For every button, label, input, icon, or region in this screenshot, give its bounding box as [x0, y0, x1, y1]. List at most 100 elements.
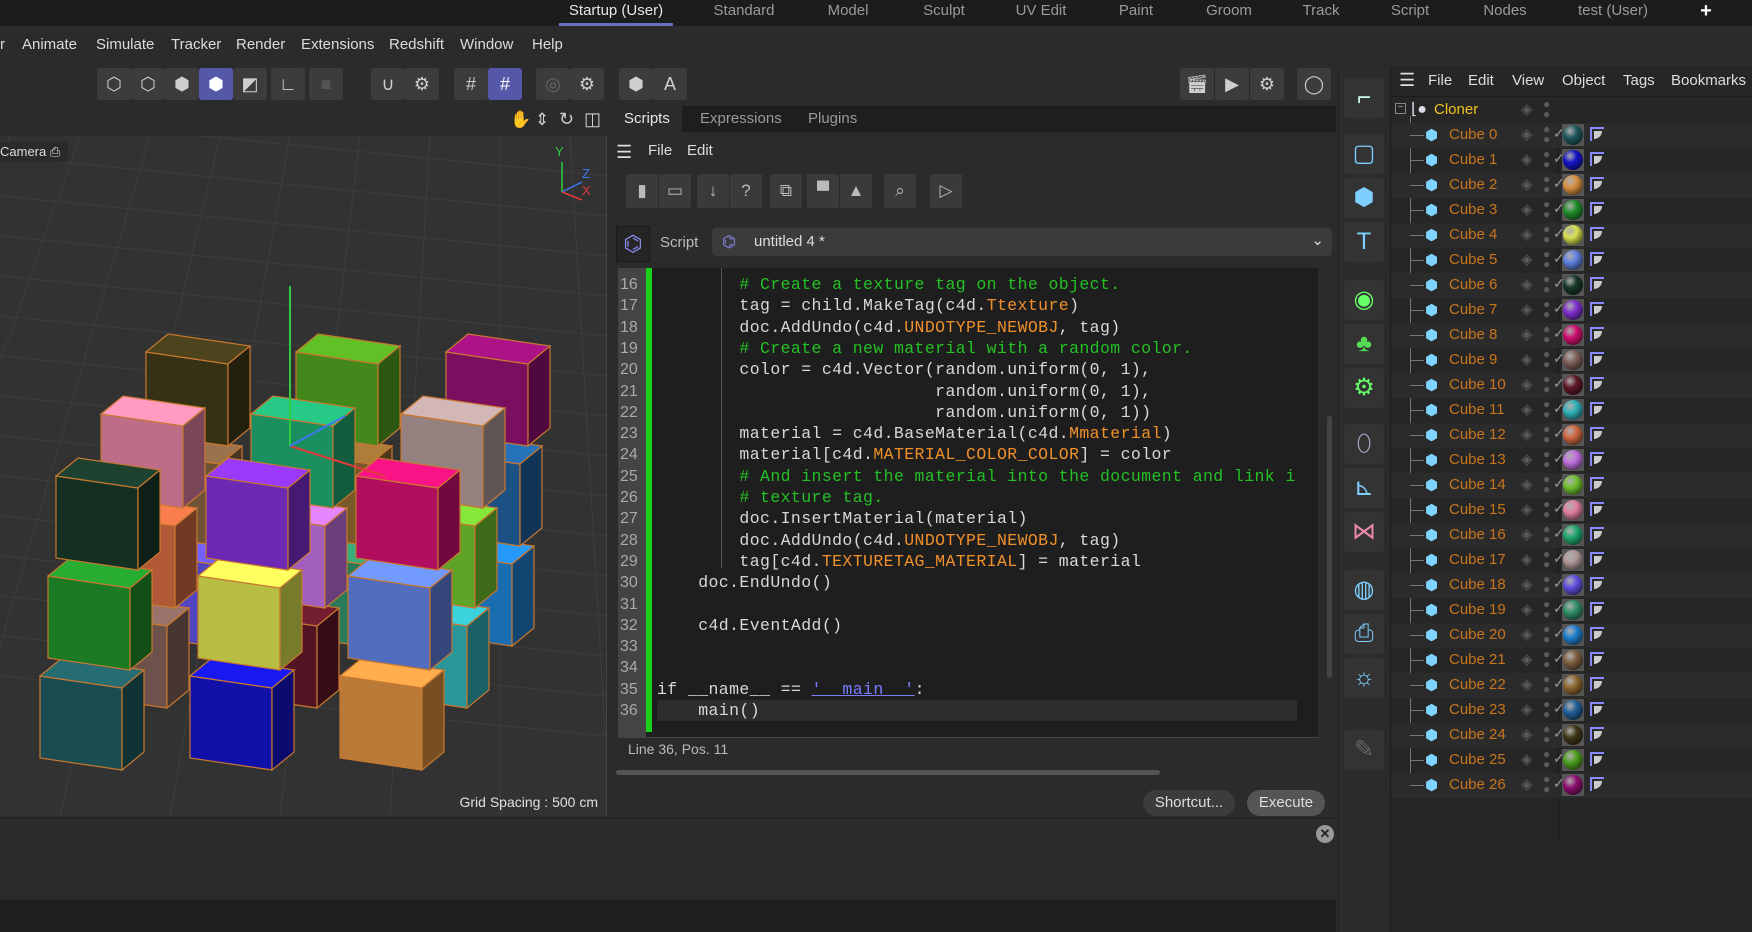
menu-extensions[interactable]: Extensions	[301, 36, 374, 53]
axis-mode-icon[interactable]: ∟	[271, 68, 305, 100]
code-line[interactable]: 34	[618, 657, 1318, 678]
object-name[interactable]: Cube 4	[1449, 226, 1497, 243]
object-name[interactable]: Cube 6	[1449, 276, 1497, 293]
tree-row-object[interactable]: ⬢ Cube 6 ◈ ● ● ✓	[1391, 273, 1752, 298]
code-vertical-scrollbar[interactable]	[1327, 416, 1332, 678]
selection-tag-icon[interactable]	[1590, 252, 1604, 266]
visibility-dots-icon[interactable]: ● ●	[1543, 448, 1550, 470]
layer-icon[interactable]: ◈	[1521, 525, 1533, 543]
selection-tag-icon[interactable]	[1590, 577, 1604, 591]
visibility-dots-icon[interactable]: ● ●	[1543, 173, 1550, 195]
snap-settings-icon[interactable]: ⚙	[405, 68, 439, 100]
rotate-icon[interactable]: ↻	[559, 109, 574, 130]
selection-tag-icon[interactable]	[1590, 452, 1604, 466]
execute-button[interactable]: Execute	[1247, 790, 1325, 816]
open-folder-icon[interactable]: ▭	[659, 174, 691, 208]
material-tag[interactable]	[1562, 224, 1584, 246]
material-tag[interactable]	[1562, 749, 1584, 771]
layout-tab-test-user[interactable]: test (User)	[1568, 0, 1658, 26]
selection-tag-icon[interactable]	[1590, 752, 1604, 766]
tree-row-object[interactable]: ⬢ Cube 24 ◈ ● ● ✓	[1391, 723, 1752, 748]
sketch-icon[interactable]: ⋈	[1344, 512, 1384, 552]
tab-expressions[interactable]: Expressions	[688, 106, 794, 132]
selection-tag-icon[interactable]	[1590, 477, 1604, 491]
object-name[interactable]: Cube 13	[1449, 451, 1506, 468]
object-name[interactable]: Cube 11	[1449, 401, 1505, 418]
selection-tag-icon[interactable]	[1590, 402, 1604, 416]
visibility-dots-icon[interactable]: ● ●	[1543, 198, 1550, 220]
pan-hand-icon[interactable]: ✋	[510, 110, 531, 130]
visibility-dots-icon[interactable]: ● ●	[1543, 773, 1550, 795]
visibility-dots-icon[interactable]: ● ●	[1543, 423, 1550, 445]
layout-tab-script[interactable]: Script	[1381, 0, 1439, 26]
object-name[interactable]: Cube 26	[1449, 776, 1506, 793]
tree-row-object[interactable]: ⬢ Cube 11 ◈ ● ● ✓	[1391, 398, 1752, 423]
layout-tab-uv-edit[interactable]: UV Edit	[1006, 0, 1077, 26]
layout-tab-sculpt[interactable]: Sculpt	[913, 0, 975, 26]
tree-row-object[interactable]: ⬢ Cube 9 ◈ ● ● ✓	[1391, 348, 1752, 373]
menu-partial[interactable]: r	[0, 36, 5, 53]
object-name[interactable]: Cube 25	[1449, 751, 1506, 768]
code-line[interactable]: 31	[618, 594, 1318, 615]
object-name[interactable]: Cube 20	[1449, 626, 1506, 643]
clapboard-icon[interactable]: ▀	[807, 174, 839, 208]
selection-tag-icon[interactable]	[1590, 677, 1604, 691]
code-line[interactable]: 33	[618, 636, 1318, 657]
code-line[interactable]: 26 # texture tag.	[618, 487, 1318, 508]
tree-row-object[interactable]: ⬢ Cube 0 ◈ ● ● ✓	[1391, 123, 1752, 148]
menu-help[interactable]: Help	[532, 36, 563, 53]
layer-icon[interactable]: ◈	[1521, 350, 1533, 368]
menu-window[interactable]: Window	[460, 36, 513, 53]
visibility-dots-icon[interactable]: ● ●	[1543, 273, 1550, 295]
object-name[interactable]: Cube 23	[1449, 701, 1506, 718]
layer-icon[interactable]: ◈	[1521, 775, 1533, 793]
object-name[interactable]: Cube 12	[1449, 426, 1506, 443]
material-tag[interactable]	[1562, 499, 1584, 521]
script-dropdown[interactable]: ⌬ untitled 4 * ⌄	[712, 228, 1332, 256]
code-line[interactable]: 30 doc.EndUndo()	[618, 572, 1318, 593]
tree-row-object[interactable]: ⬢ Cube 15 ◈ ● ● ✓	[1391, 498, 1752, 523]
code-line[interactable]: 36 main()	[618, 700, 1318, 722]
layer-icon[interactable]: ◈	[1521, 100, 1533, 118]
collapse-icon[interactable]: −	[1395, 103, 1406, 114]
camera-label[interactable]: Camera ⎙	[0, 142, 69, 162]
menu-redshift[interactable]: Redshift	[389, 36, 444, 53]
code-line[interactable]: 35 if __name__ == '__main__':	[618, 679, 1318, 700]
object-name[interactable]: Cube 16	[1449, 526, 1506, 543]
layer-icon[interactable]: ◈	[1521, 675, 1533, 693]
layer-icon[interactable]: ◈	[1521, 575, 1533, 593]
model-mode-icon[interactable]: ⬢	[199, 68, 233, 100]
add-layout-button[interactable]: +	[1690, 0, 1722, 26]
layer-icon[interactable]: ◈	[1521, 175, 1533, 193]
visibility-dots-icon[interactable]: ● ●	[1543, 598, 1550, 620]
material-tag[interactable]	[1562, 474, 1584, 496]
object-name[interactable]: Cube 14	[1449, 476, 1506, 493]
deformer-icon[interactable]: ⬯	[1344, 424, 1384, 464]
selection-tag-icon[interactable]	[1590, 377, 1604, 391]
selection-tag-icon[interactable]	[1590, 327, 1604, 341]
material-tag[interactable]	[1562, 399, 1584, 421]
material-tag[interactable]	[1562, 274, 1584, 296]
visibility-dots-icon[interactable]: ● ●	[1543, 698, 1550, 720]
menu-tracker[interactable]: Tracker	[171, 36, 221, 53]
tree-row-object[interactable]: ⬢ Cube 10 ◈ ● ● ✓	[1391, 373, 1752, 398]
layer-icon[interactable]: ◈	[1521, 750, 1533, 768]
layer-icon[interactable]: ◈	[1521, 425, 1533, 443]
workplane-icon[interactable]: ◎	[536, 68, 570, 100]
edges-mode-icon[interactable]: ⬡	[131, 68, 165, 100]
material-tag[interactable]	[1562, 599, 1584, 621]
code-line[interactable]: 25 # And insert the material into the do…	[618, 466, 1318, 487]
object-name[interactable]: Cube 19	[1449, 601, 1506, 618]
tree-row-object[interactable]: ⬢ Cube 18 ◈ ● ● ✓	[1391, 573, 1752, 598]
visibility-dots-icon[interactable]: ● ●	[1543, 523, 1550, 545]
light-icon[interactable]: ☼	[1344, 658, 1384, 698]
tree-row-object[interactable]: ⬢ Cube 23 ◈ ● ● ✓	[1391, 698, 1752, 723]
code-editor[interactable]: 16 # Create a texture tag on the object.…	[618, 268, 1318, 738]
render-settings-icon[interactable]: ⚙	[1250, 68, 1284, 100]
3d-viewport[interactable]: Camera ⎙ Y Z X Grid Spacing : 500 cm	[0, 136, 607, 816]
layer-icon[interactable]: ◈	[1521, 700, 1533, 718]
material-tag[interactable]	[1562, 249, 1584, 271]
code-line[interactable]: 27 doc.InsertMaterial(material)	[618, 508, 1318, 529]
image-icon[interactable]: ▲	[840, 174, 872, 208]
layer-icon[interactable]: ◈	[1521, 725, 1533, 743]
